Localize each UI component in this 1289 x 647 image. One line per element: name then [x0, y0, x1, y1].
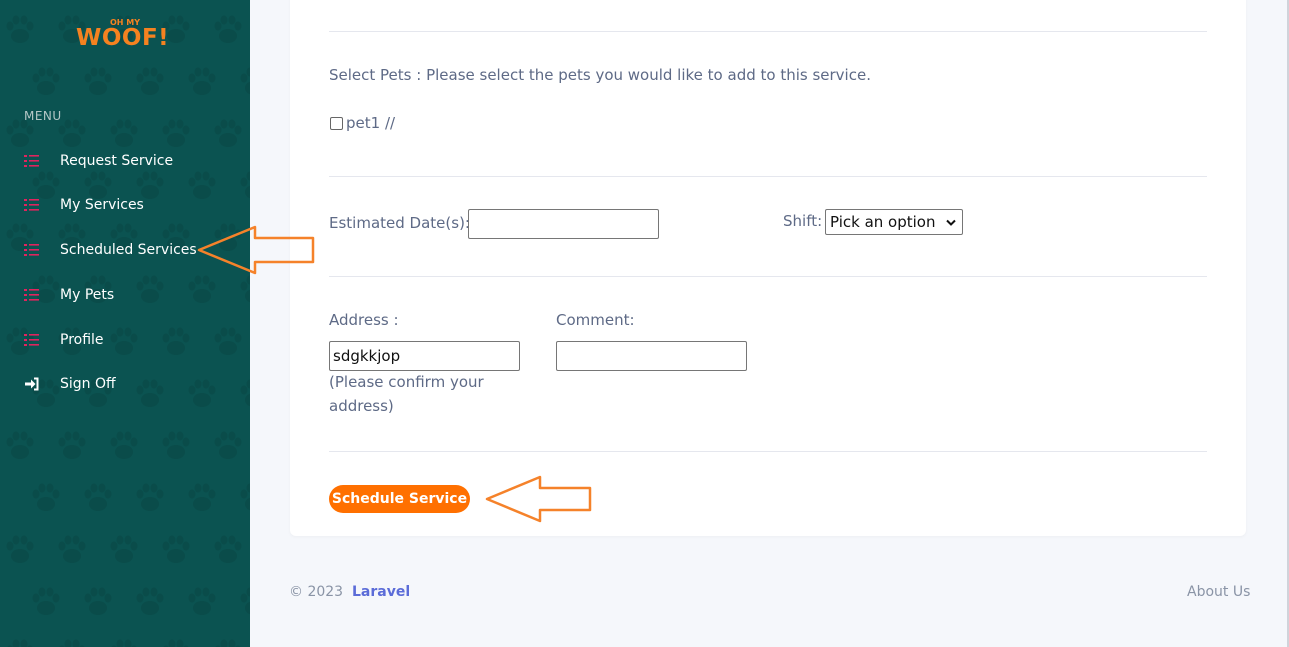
comment-input[interactable] [556, 341, 747, 371]
paw-print [163, 639, 189, 647]
address-hint-line2: address) [329, 397, 394, 415]
paw-print [110, 119, 138, 147]
paw-print [162, 431, 190, 459]
paw-print [6, 119, 34, 147]
annotation-arrow-left [485, 475, 592, 523]
sign-in-icon [25, 377, 39, 391]
divider [329, 451, 1207, 452]
paw-print [32, 587, 60, 615]
nav-label: My Pets [60, 287, 115, 303]
list-icon [24, 289, 39, 301]
estimated-dates-label: Estimated Date(s): [329, 214, 470, 232]
annotation-arrow-left [197, 225, 315, 275]
nav-profile[interactable]: Profile [0, 325, 250, 355]
paw-print [240, 67, 250, 95]
paw-print [59, 639, 85, 647]
pet-checkbox[interactable] [330, 117, 343, 130]
divider [329, 31, 1207, 32]
pet-option-label: pet1 // [346, 114, 396, 132]
paw-print [214, 119, 242, 147]
paw-print [162, 119, 190, 147]
paw-print [6, 535, 34, 563]
paw-print [110, 431, 138, 459]
paw-print [162, 535, 190, 563]
paw-print [111, 639, 137, 647]
paw-print [136, 67, 164, 95]
paw-print [84, 587, 112, 615]
paw-print [188, 483, 216, 511]
paw-print [188, 67, 216, 95]
nav-label: Request Service [60, 153, 174, 169]
paw-print [214, 431, 242, 459]
nav-my-pets[interactable]: My Pets [0, 280, 250, 310]
list-icon [24, 334, 39, 346]
nav-request-service[interactable]: Request Service [0, 146, 250, 176]
paw-print [240, 483, 250, 511]
shift-selected-value: Pick an option [830, 213, 936, 231]
list-icon [24, 199, 39, 211]
paw-print [110, 535, 138, 563]
list-icon [24, 244, 39, 256]
about-us-link[interactable]: About Us [1187, 584, 1250, 600]
paw-print [215, 639, 241, 647]
nav-label: Profile [60, 332, 104, 348]
shift-label: Shift: [783, 212, 823, 230]
schedule-service-button[interactable]: Schedule Service [329, 485, 470, 513]
paw-print [58, 119, 86, 147]
chevron-down-icon [946, 219, 956, 226]
nav-sign-off[interactable]: Sign Off [0, 369, 250, 399]
nav-my-services[interactable]: My Services [0, 190, 250, 220]
address-label: Address : [329, 311, 399, 329]
nav-label: Sign Off [60, 376, 116, 392]
divider [329, 276, 1207, 277]
paw-pattern-background [6, 15, 250, 647]
comment-label: Comment: [556, 311, 635, 329]
logo-main-text: WOOF! [76, 25, 170, 51]
paw-print [7, 639, 33, 647]
nav-label: Scheduled Services [60, 242, 197, 258]
sidebar: OH MY WOOF! MENU Request Service My Serv… [0, 0, 250, 647]
paw-print [188, 587, 216, 615]
paw-print [32, 483, 60, 511]
paw-print [136, 587, 164, 615]
paw-print [240, 587, 250, 615]
shift-select[interactable]: Pick an option [825, 209, 963, 235]
paw-print [58, 431, 86, 459]
divider [329, 176, 1207, 177]
paw-print [58, 535, 86, 563]
footer-copyright: © 2023 Laravel [289, 584, 410, 600]
address-hint-line1: (Please confirm your [329, 373, 484, 391]
paw-print [84, 67, 112, 95]
paw-print [6, 15, 34, 43]
select-pets-instructions: Select Pets : Please select the pets you… [329, 66, 871, 84]
list-icon [24, 155, 39, 167]
copyright-text: © 2023 [289, 584, 344, 600]
menu-title: MENU [24, 109, 62, 123]
paw-print [214, 535, 242, 563]
estimated-dates-input[interactable] [468, 209, 659, 239]
address-input[interactable]: sdgkkjop [329, 341, 520, 371]
laravel-link[interactable]: Laravel [352, 584, 410, 600]
paw-print [6, 431, 34, 459]
nav-label: My Services [60, 197, 144, 213]
paw-print [84, 483, 112, 511]
paw-print [136, 483, 164, 511]
paw-print [32, 67, 60, 95]
paw-print [214, 15, 242, 43]
